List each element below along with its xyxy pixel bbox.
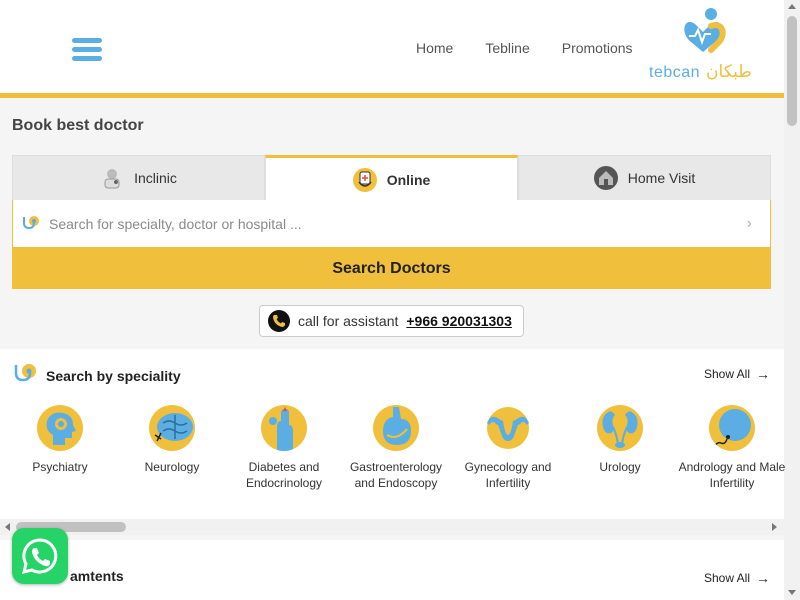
site-header: Home Tebline Promotions tebcan طبكان [0, 0, 784, 98]
whatsapp-button[interactable] [12, 528, 68, 584]
speciality-gynecology[interactable]: Gynecology and Infertility [452, 405, 564, 491]
speciality-show-all[interactable]: Show All → [704, 366, 770, 382]
speciality-urology[interactable]: Urology [564, 405, 676, 475]
vertical-scrollbar[interactable] [784, 0, 800, 600]
treatments-section: amtents Show All → [0, 540, 784, 600]
doctor-icon [100, 166, 124, 190]
speciality-gastroenterology[interactable]: Gastroenterology and Endoscopy [340, 405, 452, 491]
logo-icon [684, 8, 726, 53]
kidney-icon [597, 405, 643, 451]
tab-home-visit[interactable]: Home Visit [518, 155, 771, 201]
logo-arabic-text: طبكان [706, 62, 752, 81]
menu-icon[interactable] [72, 38, 102, 62]
nav-promotions[interactable]: Promotions [562, 40, 633, 56]
main-nav: Home Tebline Promotions [400, 40, 649, 56]
stethoscope-icon [12, 361, 38, 390]
scroll-left-icon[interactable] [5, 523, 10, 531]
sperm-icon [709, 405, 755, 451]
speciality-andrology[interactable]: Andrology and Male Infertility [676, 405, 788, 491]
whatsapp-icon [21, 538, 58, 575]
search-doctors-button[interactable]: Search Doctors [12, 248, 771, 289]
speciality-diabetes[interactable]: Diabetes and Endocrinology [228, 405, 340, 491]
brain-icon [149, 405, 195, 451]
treatments-title: amtents [70, 568, 124, 584]
arrow-right-icon: → [756, 570, 770, 586]
show-all-label: Show All [703, 571, 750, 585]
speciality-neurology[interactable]: Neurology [116, 405, 228, 475]
speciality-list: Psychiatry Neurology Diabetes and Endocr… [0, 405, 785, 500]
speciality-label: Andrology and Male Infertility [678, 460, 786, 490]
booking-tabs: Inclinic Online Home Visit [12, 155, 771, 201]
scrollbar-thumb[interactable] [787, 16, 797, 126]
online-consult-icon [352, 167, 377, 192]
tab-inclinic[interactable]: Inclinic [12, 155, 265, 201]
arrow-right-icon: → [756, 366, 770, 382]
diabetes-icon [261, 405, 307, 451]
search-input[interactable] [49, 208, 747, 239]
treatments-show-all[interactable]: Show All → [704, 570, 770, 586]
call-number[interactable]: +966 920031303 [406, 313, 512, 329]
horizontal-scrollbar[interactable] [0, 519, 784, 535]
psychiatry-icon [37, 405, 83, 451]
tab-home-visit-label: Home Visit [627, 170, 696, 186]
speciality-label: Urology [599, 460, 641, 474]
tab-online[interactable]: Online [265, 155, 518, 201]
call-label: call for assistant [298, 313, 399, 329]
phone-icon [268, 310, 290, 332]
logo-text: tebcan [649, 64, 701, 81]
stomach-icon [373, 405, 419, 451]
speciality-label: Psychiatry [32, 460, 88, 474]
stethoscope-icon [21, 214, 41, 234]
speciality-psychiatry[interactable]: Psychiatry [4, 405, 116, 475]
speciality-section: Search by speciality Show All → Psychiat… [0, 349, 785, 519]
scroll-up-icon[interactable] [788, 4, 796, 9]
show-all-label: Show All [703, 367, 750, 381]
speciality-title: Search by speciality [46, 367, 181, 384]
tab-inclinic-label: Inclinic [134, 170, 177, 186]
call-assistant[interactable]: call for assistant +966 920031303 [259, 305, 524, 337]
nav-home[interactable]: Home [416, 40, 453, 56]
tebcan-logo[interactable]: tebcan طبكان [645, 6, 765, 86]
uterus-icon [485, 405, 531, 451]
speciality-label: Gastroenterology and Endoscopy [349, 460, 443, 490]
scroll-down-icon[interactable] [788, 590, 796, 595]
nav-tebline[interactable]: Tebline [485, 40, 529, 56]
booking-title: Book best doctor [12, 117, 144, 134]
tab-online-label: Online [386, 171, 431, 188]
speciality-label: Neurology [144, 460, 200, 474]
search-box: › [12, 200, 771, 248]
home-icon [593, 166, 618, 190]
scroll-right-icon[interactable] [772, 523, 777, 531]
chevron-right-icon[interactable]: › [747, 215, 752, 233]
speciality-label: Diabetes and Endocrinology [245, 460, 323, 490]
speciality-label: Gynecology and Infertility [464, 460, 552, 490]
